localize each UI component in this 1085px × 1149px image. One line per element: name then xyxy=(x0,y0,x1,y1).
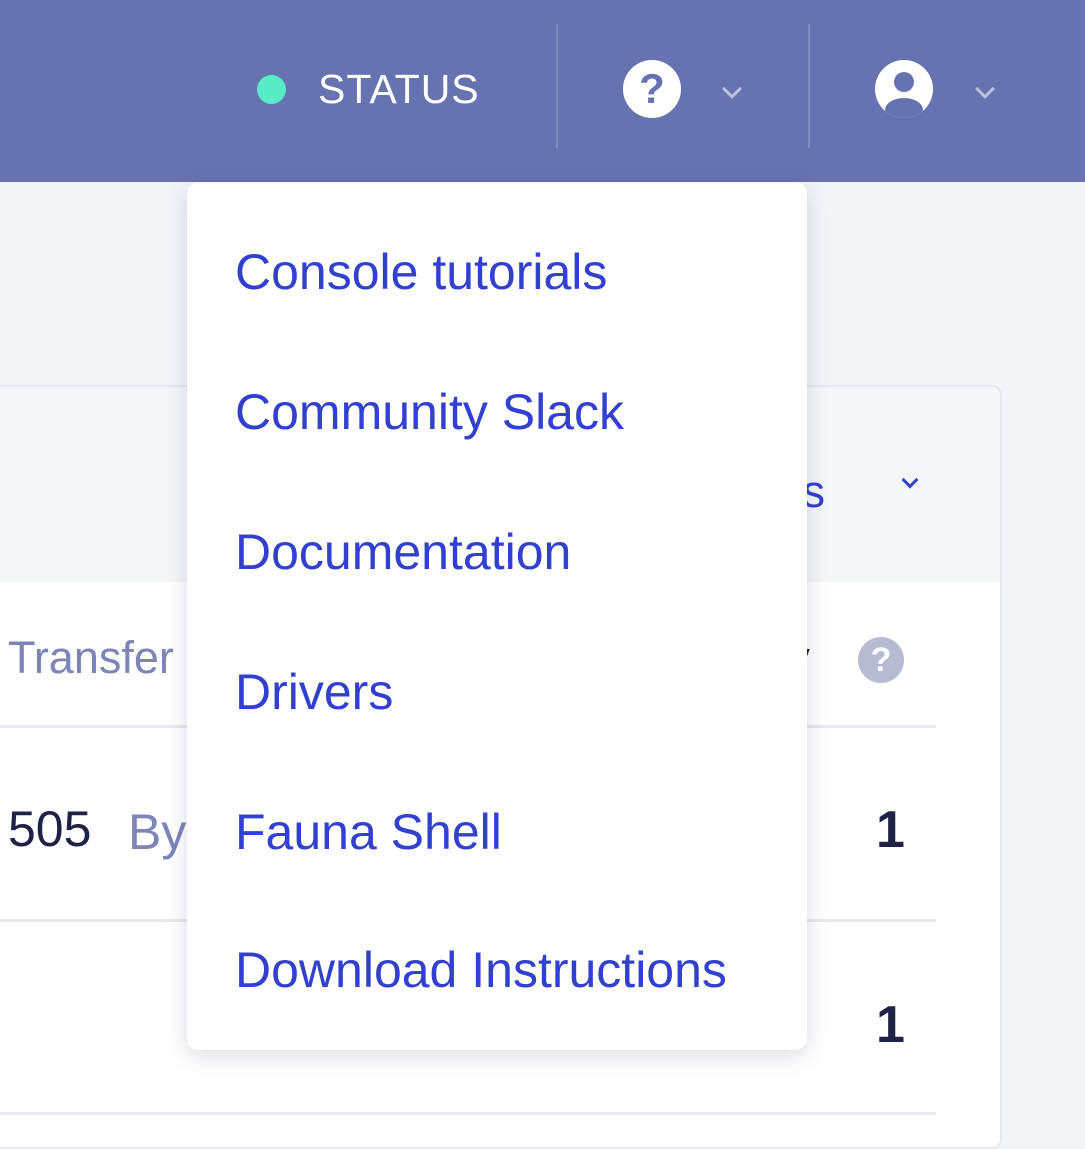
help-dropdown-menu: Console tutorials Community Slack Docume… xyxy=(187,182,807,1050)
table-cell-value: 505 xyxy=(8,801,92,857)
status-dot-icon xyxy=(257,74,286,104)
top-navigation-bar: STATUS ? xyxy=(0,0,1085,182)
topbar-divider xyxy=(556,24,558,148)
table-cell-unit: By xyxy=(128,804,187,860)
menu-item-fauna-shell[interactable]: Fauna Shell xyxy=(235,797,502,867)
menu-item-community-slack[interactable]: Community Slack xyxy=(235,377,624,447)
table-cell-count: 1 xyxy=(876,996,905,1054)
menu-item-download-instructions[interactable]: Download Instructions xyxy=(235,935,727,1005)
topbar-divider xyxy=(808,24,810,148)
chevron-down-icon[interactable] xyxy=(722,79,742,99)
status-indicator[interactable]: STATUS xyxy=(257,62,480,116)
status-label: STATUS xyxy=(318,65,480,112)
chevron-down-icon[interactable] xyxy=(975,79,995,99)
menu-item-drivers[interactable]: Drivers xyxy=(235,657,393,727)
table-divider xyxy=(0,1112,936,1115)
column-header-transfer: Transfer xyxy=(8,632,174,683)
menu-item-console-tutorials[interactable]: Console tutorials xyxy=(235,237,607,307)
table-cell-count: 1 xyxy=(876,801,905,859)
question-circle-icon[interactable]: ? xyxy=(623,60,681,118)
user-circle-icon[interactable] xyxy=(875,60,933,118)
info-icon[interactable]: ? xyxy=(858,637,904,683)
menu-item-documentation[interactable]: Documentation xyxy=(235,517,571,587)
